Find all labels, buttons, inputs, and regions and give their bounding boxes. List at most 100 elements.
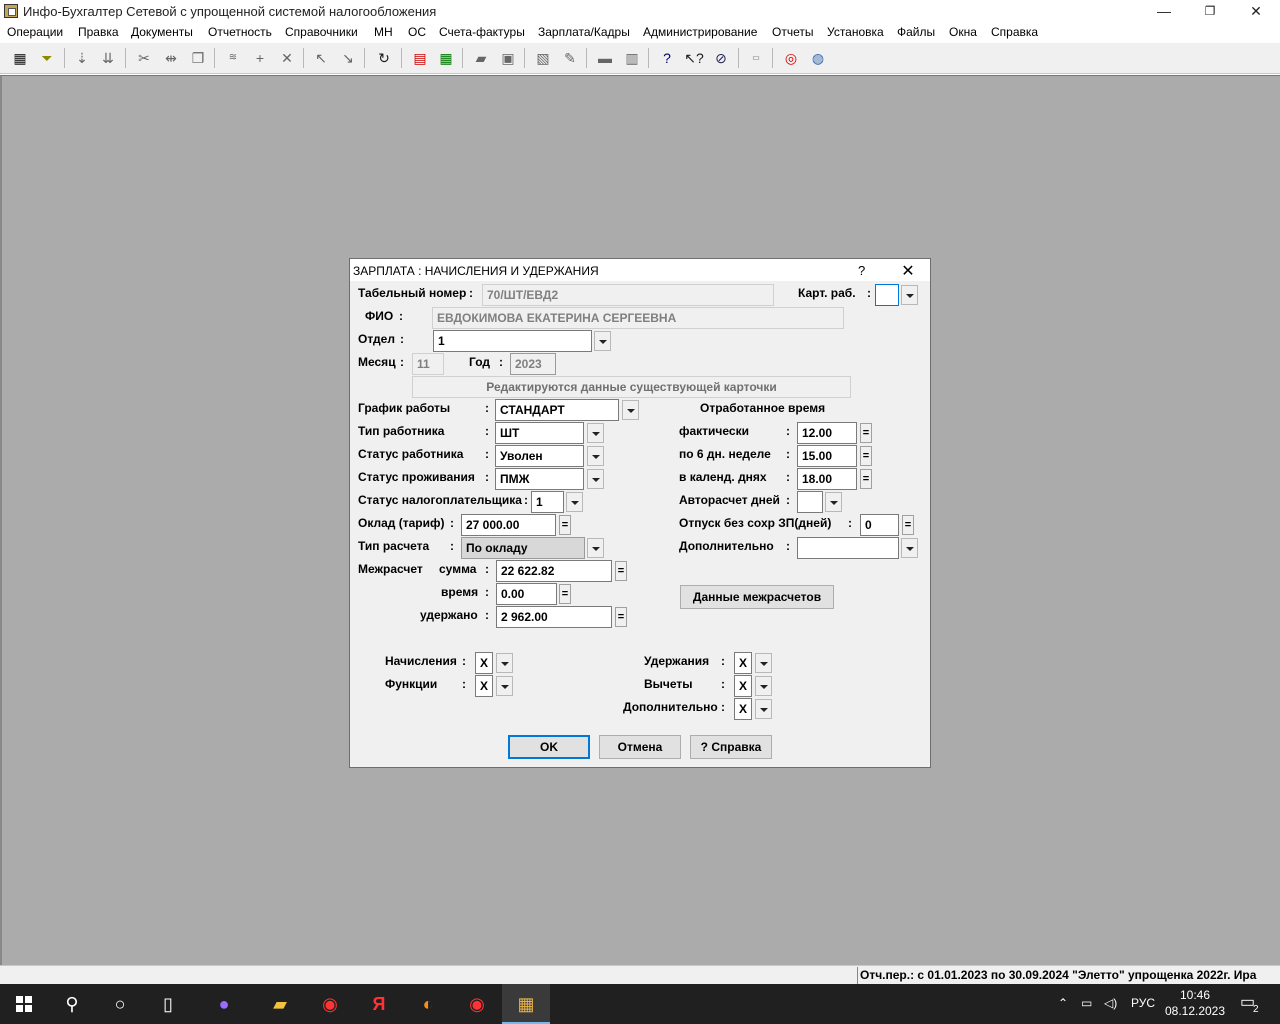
actual-field[interactable]: 12.00 [797, 422, 857, 444]
menu-operations[interactable]: Операции [6, 25, 64, 39]
dialog-close-button[interactable]: ✕ [900, 261, 916, 281]
menu-files[interactable]: Файлы [896, 25, 936, 39]
menu-mn[interactable]: МН [373, 25, 394, 39]
menu-documents[interactable]: Документы [130, 25, 194, 39]
otdel-field[interactable]: 1 [433, 330, 592, 352]
windows-start-icon[interactable] [0, 984, 48, 1024]
move-icon[interactable]: ⇹ [160, 47, 182, 69]
yandex-icon[interactable]: Я [355, 984, 403, 1024]
worker-status-field[interactable]: Уволен [495, 445, 584, 467]
functions-field[interactable]: X [475, 675, 493, 697]
additional-dropdown-button[interactable] [901, 538, 918, 558]
autocalc-dropdown-button[interactable] [825, 492, 842, 512]
worker-type-field[interactable]: ШТ [495, 422, 584, 444]
copy-icon[interactable]: ❐ [187, 47, 209, 69]
calendar-field[interactable]: 18.00 [797, 468, 857, 490]
menu-references[interactable]: Справочники [284, 25, 359, 39]
dialog-help-button[interactable]: ? [858, 263, 865, 278]
refresh-icon[interactable]: ↻ [373, 47, 395, 69]
kart-field[interactable] [875, 284, 899, 306]
mezh-sum-calc-button[interactable]: = [615, 561, 627, 581]
open-folder-icon[interactable]: ▰ [470, 47, 492, 69]
schedule-dropdown-button[interactable] [622, 400, 639, 420]
firefox-icon[interactable]: ◐ [404, 984, 452, 1024]
salary-calc-button[interactable]: = [559, 515, 571, 535]
accruals-field[interactable]: X [475, 652, 493, 674]
additional2-field[interactable]: X [734, 698, 752, 720]
autocalc-field[interactable] [797, 491, 823, 513]
deductions-field[interactable]: X [734, 652, 752, 674]
menu-help[interactable]: Справка [990, 25, 1039, 39]
cortana-icon[interactable]: ○ [96, 984, 144, 1024]
menu-os[interactable]: ОС [407, 25, 427, 39]
export-icon[interactable]: ▭ [745, 47, 767, 69]
kart-dropdown-button[interactable] [901, 285, 918, 305]
alice-icon[interactable]: ● [200, 984, 248, 1024]
search-icon[interactable]: ⚲ [48, 984, 96, 1024]
vychety-dropdown-button[interactable] [755, 676, 772, 696]
add-icon[interactable]: + [249, 47, 271, 69]
worker-type-dropdown-button[interactable] [587, 423, 604, 443]
compass-icon[interactable]: ⊘ [710, 47, 732, 69]
image-icon[interactable]: ▧ [532, 47, 554, 69]
language-indicator[interactable]: РУС [1131, 996, 1155, 1010]
menu-reporting[interactable]: Отчетность [207, 25, 273, 39]
sort-descending-icon[interactable]: ⇊ [97, 47, 119, 69]
clock[interactable]: 10:46 08.12.2023 [1160, 987, 1230, 1019]
context-help-icon[interactable]: ↖? [683, 47, 705, 69]
sort-ascending-icon[interactable]: ⇣ [71, 47, 93, 69]
unpaid-leave-field[interactable]: 0 [860, 514, 899, 536]
menu-edit[interactable]: Правка [77, 25, 120, 39]
residence-dropdown-button[interactable] [587, 469, 604, 489]
mezh-held-calc-button[interactable]: = [615, 607, 627, 627]
menu-windows[interactable]: Окна [948, 25, 978, 39]
yandex-browser-icon[interactable]: ◉ [306, 984, 354, 1024]
mezh-data-button[interactable]: Данные межрасчетов [680, 585, 834, 609]
actual-calc-button[interactable]: = [860, 423, 872, 443]
menu-reports[interactable]: Отчеты [771, 25, 814, 39]
calendar-calc-button[interactable]: = [860, 469, 872, 489]
help-icon[interactable]: ? [656, 47, 678, 69]
filter-icon[interactable]: ⏷ [36, 47, 58, 69]
calc-icon[interactable]: ≋ [222, 47, 244, 69]
maximize-button[interactable]: ❐ [1187, 0, 1233, 23]
info-buhgalter-taskbar-icon[interactable]: ▦ [502, 984, 550, 1024]
yandex-browser-2-icon[interactable]: ◉ [453, 984, 501, 1024]
menu-invoices[interactable]: Счета-фактуры [438, 25, 526, 39]
residence-field[interactable]: ПМЖ [495, 468, 584, 490]
chevron-up-icon[interactable]: ⌃ [1058, 996, 1068, 1010]
task-view-icon[interactable]: ▯ [144, 984, 192, 1024]
vychety-field[interactable]: X [734, 675, 752, 697]
edit-icon[interactable]: ✎ [559, 47, 581, 69]
accruals-dropdown-button[interactable] [496, 653, 513, 673]
pointer-icon[interactable]: ↖ [310, 47, 332, 69]
mezh-time-field[interactable]: 0.00 [496, 583, 557, 605]
print-preview-icon[interactable]: ▥ [621, 47, 643, 69]
taxpayer-field[interactable]: 1 [531, 491, 564, 513]
calc-type-dropdown-button[interactable] [587, 538, 604, 558]
salary-field[interactable]: 27 000.00 [461, 514, 556, 536]
mezh-time-calc-button[interactable]: = [559, 584, 571, 604]
additional-field[interactable] [797, 537, 899, 559]
delete-icon[interactable]: ✕ [276, 47, 298, 69]
worker-status-dropdown-button[interactable] [587, 446, 604, 466]
minimize-button[interactable]: — [1141, 0, 1187, 23]
mezh-held-field[interactable]: 2 962.00 [496, 606, 612, 628]
close-button[interactable]: ✕ [1233, 0, 1279, 23]
ok-button[interactable]: OK [508, 735, 590, 759]
menu-administration[interactable]: Администрирование [642, 25, 758, 39]
deductions-dropdown-button[interactable] [755, 653, 772, 673]
additional2-dropdown-button[interactable] [755, 699, 772, 719]
network-icon[interactable]: ▭ [1081, 996, 1092, 1010]
six-day-calc-button[interactable]: = [860, 446, 872, 466]
help-button[interactable]: ? Справка [690, 735, 772, 759]
print-icon[interactable]: ▬ [594, 47, 616, 69]
schedule-field[interactable]: СТАНДАРТ [495, 399, 619, 421]
volume-icon[interactable]: ◁) [1104, 996, 1117, 1010]
menu-salary-hr[interactable]: Зарплата/Кадры [537, 25, 631, 39]
document-pdf-icon[interactable]: ▤ [409, 47, 431, 69]
table-icon[interactable]: ▦ [9, 47, 31, 69]
cut-icon[interactable]: ✂ [133, 47, 155, 69]
pointer-select-icon[interactable]: ↘ [337, 47, 359, 69]
globe-icon[interactable]: ◍ [807, 47, 829, 69]
